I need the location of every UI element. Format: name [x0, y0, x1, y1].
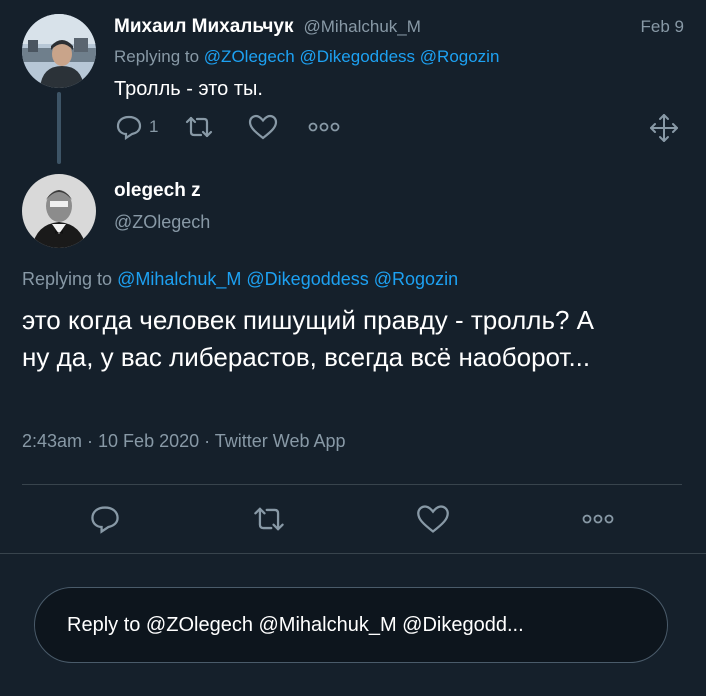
- mention-link[interactable]: @Rogozin: [420, 47, 500, 66]
- tweet-timestamp[interactable]: 2:43am · 10 Feb 2020 · Twitter Web App: [22, 431, 346, 452]
- reply-count: 1: [149, 117, 159, 136]
- reply-composer-placeholder: Reply to @ZOlegech @Mihalchuk_M @Dikegod…: [67, 613, 524, 636]
- more-icon: [306, 121, 342, 133]
- reply-icon: [115, 114, 143, 140]
- divider: [0, 553, 706, 554]
- parent-reply-button[interactable]: 1: [115, 113, 158, 141]
- parent-retweet-button[interactable]: [184, 113, 214, 141]
- parent-date[interactable]: Feb 9: [641, 17, 684, 37]
- parent-expand-button[interactable]: [648, 112, 680, 144]
- parent-avatar[interactable]: [22, 14, 96, 88]
- retweet-icon: [252, 504, 286, 534]
- retweet-icon: [184, 114, 214, 140]
- heart-icon: [416, 504, 450, 534]
- mention-link[interactable]: @Dikegoddess: [246, 269, 368, 289]
- parent-tweet-text: Тролль - это ты.: [114, 78, 263, 100]
- main-avatar[interactable]: [22, 174, 96, 248]
- more-button[interactable]: [580, 512, 616, 526]
- parent-more-button[interactable]: [306, 118, 342, 136]
- main-display-name[interactable]: olegech z: [114, 180, 201, 202]
- parent-like-button[interactable]: [248, 113, 278, 141]
- parent-handle[interactable]: @Mihalchuk_M: [304, 17, 421, 37]
- replying-to-label: Replying to: [22, 269, 113, 289]
- mention-link[interactable]: @Rogozin: [374, 269, 458, 289]
- parent-display-name[interactable]: Михаил Михальчук: [114, 16, 294, 38]
- more-icon: [580, 512, 616, 526]
- mention-link[interactable]: @ZOlegech: [204, 47, 295, 66]
- retweet-button[interactable]: [252, 504, 286, 534]
- mention-link[interactable]: @Mihalchuk_M: [117, 269, 241, 289]
- main-replying-to: Replying to @Mihalchuk_M @Dikegoddess @R…: [22, 269, 458, 290]
- main-tweet-text: это когда человек пишущий правду - тролл…: [22, 305, 595, 372]
- heart-icon: [248, 114, 278, 140]
- parent-replying-to: Replying to @ZOlegech @Dikegoddess @Rogo…: [114, 47, 499, 67]
- thread-connector-line: [57, 92, 61, 164]
- divider: [22, 484, 682, 485]
- parent-header: Михаил Михальчук @Mihalchuk_M Feb 9: [114, 16, 684, 42]
- reply-icon: [89, 504, 121, 534]
- main-handle[interactable]: @ZOlegech: [114, 212, 210, 233]
- like-button[interactable]: [416, 504, 450, 534]
- reply-button[interactable]: [89, 504, 121, 534]
- mention-link[interactable]: @Dikegoddess: [300, 47, 416, 66]
- move-icon: [648, 112, 680, 144]
- replying-to-label: Replying to: [114, 47, 200, 66]
- reply-composer-input[interactable]: Reply to @ZOlegech @Mihalchuk_M @Dikegod…: [34, 587, 668, 663]
